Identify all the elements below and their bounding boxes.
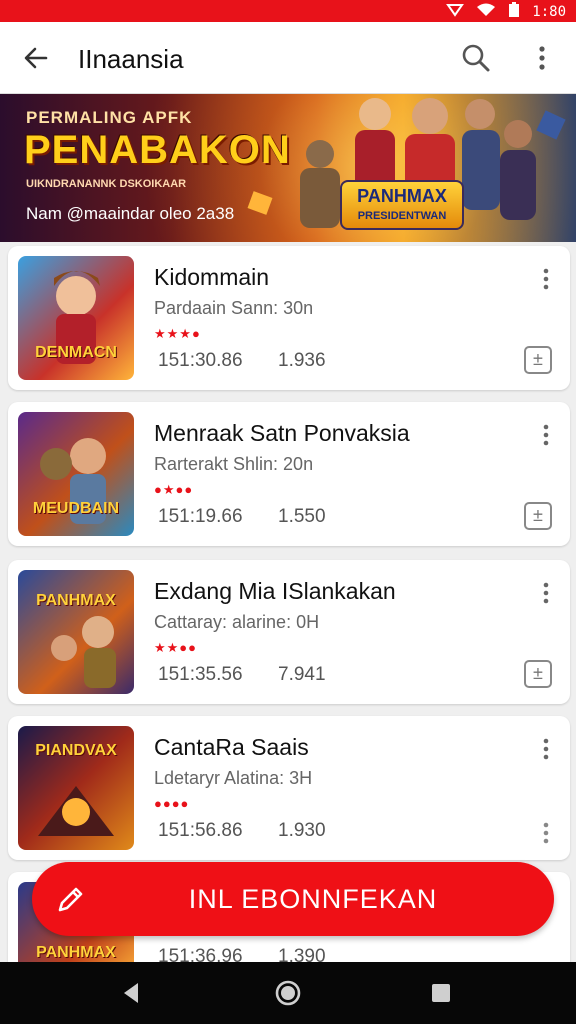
banner-tagline: UIKNDRANANNK DSKOIKAAR <box>26 178 187 190</box>
app-stat-time: 151:19.66 <box>158 506 243 527</box>
app-stat-count: 1.930 <box>278 820 326 841</box>
app-thumbnail: PANHMAX <box>18 570 134 694</box>
battery-icon <box>508 2 520 21</box>
app-rating: ●●●● <box>154 796 190 811</box>
app-bar: IInaansia <box>0 22 576 94</box>
app-stat-time: 151:35.56 <box>158 664 243 685</box>
more-vert-icon[interactable] <box>536 266 556 292</box>
banner-logo-subtext: PRESIDENTWAN <box>357 210 447 222</box>
back-icon[interactable] <box>116 978 146 1008</box>
more-options-icon[interactable] <box>530 42 554 74</box>
add-icon[interactable]: ± <box>524 346 552 374</box>
status-bar: 1:80 <box>0 0 576 22</box>
app-meta: Ldetaryr Alatina: 3H <box>154 768 313 788</box>
search-icon[interactable] <box>460 42 492 74</box>
home-icon[interactable] <box>273 978 303 1008</box>
app-stat-time: 151:30.86 <box>158 350 243 371</box>
primary-action-button[interactable]: INL EBONNFEKAN <box>32 862 554 936</box>
thumbnail-title: DENMACN <box>35 344 117 361</box>
app-rating: ★★★● <box>154 326 201 341</box>
app-card[interactable]: DENMACN Kidommain Pardaain Sann: 30n ★★★… <box>8 246 570 390</box>
more-vert-icon[interactable] <box>536 580 556 606</box>
page-title: IInaansia <box>78 44 184 74</box>
app-meta: Pardaain Sann: 30n <box>154 298 314 318</box>
banner-game-logo: PANHMAX PRESIDENTWAN <box>340 180 464 230</box>
more-vert-icon[interactable] <box>536 820 556 846</box>
more-vert-icon[interactable] <box>536 422 556 448</box>
promo-banner[interactable]: PERMALING APFK PENABAKON UIKNDRANANNK DS… <box>0 94 576 242</box>
more-vert-icon[interactable] <box>536 736 556 762</box>
thumbnail-title: PANHMAX <box>36 592 116 609</box>
app-name: Kidommain <box>154 264 270 290</box>
system-nav-bar <box>0 962 576 1024</box>
app-stat-time: 151:56.86 <box>158 820 243 841</box>
app-thumbnail: PIANDVAX <box>18 726 134 850</box>
app-thumbnail: DENMACN <box>18 256 134 380</box>
app-meta: Rarterakt Shlin: 20n <box>154 454 314 474</box>
primary-action-label: INL EBONNFEKAN <box>188 884 438 914</box>
app-card[interactable]: PANHMAX Exdang Mia ISlankakan Cattaray: … <box>8 560 570 704</box>
add-icon[interactable]: ± <box>524 502 552 530</box>
thumbnail-title: MEUDBAIN <box>32 500 120 517</box>
thumbnail-title: PIANDVAX <box>35 742 117 759</box>
wifi-icon <box>476 3 496 20</box>
app-meta: Cattaray: alarine: 0H <box>154 612 320 632</box>
banner-kicker: PERMALING APFK <box>26 108 193 127</box>
app-stat-count: 1.550 <box>278 506 326 527</box>
banner-headline: PENABAKON <box>24 128 291 172</box>
app-stat-count: 7.941 <box>278 664 326 685</box>
thumbnail-title: PANHMAX <box>36 944 116 961</box>
back-arrow-icon[interactable] <box>20 42 52 74</box>
app-card[interactable]: MEUDBAIN Menraak Satn Ponvaksia Rarterak… <box>8 402 570 546</box>
app-rating: ●★●● <box>154 482 194 497</box>
app-card[interactable]: PIANDVAX CantaRa Saais Ldetaryr Alatina:… <box>8 716 570 860</box>
app-name: Exdang Mia ISlankakan <box>154 578 396 604</box>
banner-logo-text: PANHMAX <box>357 186 447 206</box>
recents-icon[interactable] <box>426 978 456 1008</box>
app-thumbnail: MEUDBAIN <box>18 412 134 536</box>
app-stat-count: 1.936 <box>278 350 326 371</box>
signal-icon <box>446 3 465 20</box>
banner-caption: Nam @maaindar oleo 2a38 <box>26 204 235 223</box>
app-name: Menraak Satn Ponvaksia <box>154 420 410 446</box>
app-rating: ★★●● <box>154 640 198 655</box>
app-name: CantaRa Saais <box>154 734 309 760</box>
add-icon[interactable]: ± <box>524 660 552 688</box>
status-time: 1:80 <box>532 3 566 20</box>
